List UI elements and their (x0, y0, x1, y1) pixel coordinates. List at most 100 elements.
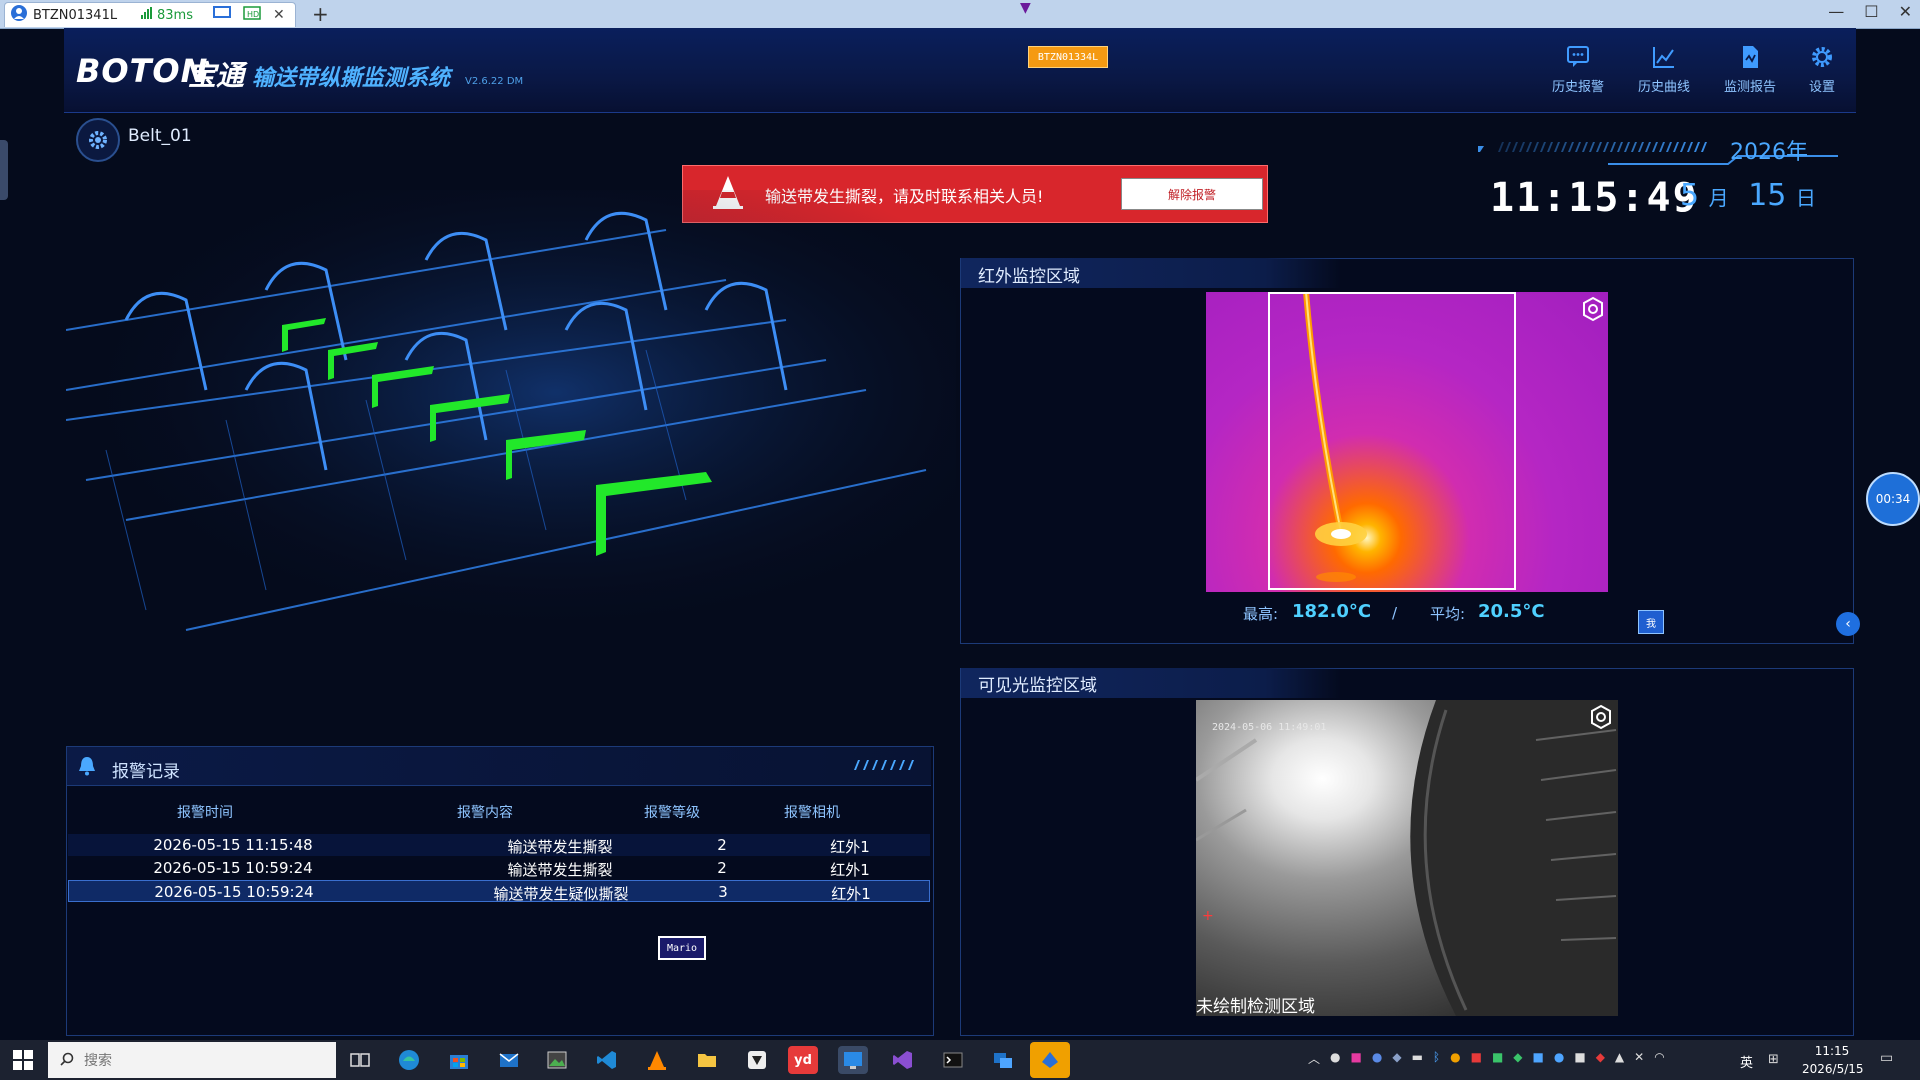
cell-camera: 红外1 (831, 885, 871, 903)
ir-max-label: 最高: (1243, 605, 1279, 623)
nav-history-curve-button[interactable]: 历史曲线 (1628, 44, 1700, 102)
capture-icon[interactable] (1588, 704, 1614, 730)
system-title: 输送带纵撕监测系统 (252, 66, 451, 91)
visible-camera-image: + (1196, 700, 1618, 1016)
vlc-icon[interactable] (642, 1046, 672, 1074)
vscode-icon[interactable] (592, 1046, 622, 1074)
latency-readout: 83ms (157, 7, 193, 23)
taskbar-clock[interactable]: 11:15 2026/5/15 (1802, 1042, 1864, 1078)
task-view-icon[interactable] (345, 1046, 375, 1074)
side-drawer-handle[interactable] (0, 140, 8, 200)
bluetooth-icon[interactable]: ᛒ (1433, 1050, 1440, 1067)
camera-badge: BTZN01334L (1028, 46, 1108, 68)
tray-app-icon[interactable]: ▬ (1412, 1050, 1423, 1067)
chevron-left-icon: ‹ (1845, 616, 1851, 632)
window-controls: — ☐ ✕ (1828, 2, 1912, 21)
ir-avg-value: 20.5°C (1478, 601, 1545, 622)
tray-chevron-up-icon[interactable]: ︿ (1308, 1050, 1320, 1067)
windows-start-icon[interactable] (12, 1049, 34, 1071)
terminal-icon[interactable] (938, 1046, 968, 1074)
cell-content: 输送带发生疑似撕裂 (493, 885, 629, 903)
taskbar-search[interactable] (48, 1042, 336, 1078)
svg-text:HD: HD (247, 10, 259, 19)
table-row-selected[interactable]: 2026-05-15 10:59:24 输送带发生疑似撕裂 3 红外1 (68, 880, 930, 903)
tray-app-icon[interactable]: ■ (1471, 1050, 1482, 1067)
visible-caption: 未绘制检测区域 (1196, 997, 1315, 1017)
nav-report-button[interactable]: 监测报告 (1714, 44, 1786, 102)
bell-icon (79, 757, 95, 776)
collapse-panel-button[interactable]: ‹ (1836, 612, 1860, 636)
table-row[interactable]: 2026-05-15 10:59:24 输送带发生撕裂 2 红外1 (68, 857, 930, 879)
search-input[interactable] (82, 1051, 286, 1069)
dismiss-alarm-button[interactable]: 解除报警 (1121, 178, 1263, 210)
remote-desktop-icon[interactable] (988, 1046, 1018, 1074)
youdao-icon[interactable]: yd (788, 1046, 818, 1074)
keyboard-layout-icon[interactable]: ⊞ (1768, 1052, 1779, 1067)
belt-settings-button[interactable] (76, 118, 120, 162)
alarm-record-title: 报警记录 (112, 762, 180, 782)
ir-detection-box[interactable] (1268, 292, 1516, 590)
active-app-icon[interactable] (1030, 1042, 1070, 1078)
clock-year: 2026年 (1730, 140, 1808, 165)
cell-camera: 红外1 (830, 838, 870, 856)
tray-app-icon[interactable]: ■ (1351, 1050, 1362, 1067)
logo-cn: 宝通 (188, 59, 245, 92)
tray-app-icon[interactable]: ◆ (1392, 1050, 1401, 1067)
tray-app-icon[interactable]: ■ (1492, 1050, 1503, 1067)
nav-label: 监测报告 (1723, 80, 1776, 95)
alarm-record-header (67, 747, 931, 786)
capture-icon[interactable] (1580, 296, 1606, 322)
tray-app-icon[interactable]: ■ (1574, 1050, 1585, 1067)
tray-app-icon[interactable]: ◆ (1596, 1050, 1605, 1067)
cell-time: 2026-05-15 11:15:48 (153, 836, 313, 854)
ir-small-button[interactable]: 我 (1638, 610, 1664, 634)
mail-icon[interactable] (494, 1046, 524, 1074)
signal-icon (141, 7, 153, 23)
edge-browser-icon[interactable] (394, 1046, 424, 1074)
clock-decoration (1478, 142, 1838, 165)
tray-app-icon[interactable]: ● (1450, 1050, 1460, 1067)
display-icon[interactable] (213, 6, 231, 24)
cell-level: 3 (718, 883, 728, 901)
close-tab-icon[interactable]: ✕ (273, 7, 285, 23)
table-row[interactable]: 2026-05-15 11:15:48 输送带发生撕裂 2 红外1 (68, 834, 930, 856)
microphone-icon[interactable]: ● (1330, 1050, 1340, 1067)
app-icon-dark[interactable] (742, 1046, 772, 1074)
new-tab-icon[interactable]: + (312, 2, 329, 26)
chat-alert-icon (1567, 46, 1589, 67)
store-icon[interactable] (444, 1046, 474, 1074)
gear-icon (89, 131, 107, 149)
ir-max-value: 182.0°C (1292, 601, 1372, 622)
network-icon[interactable]: ▲ (1615, 1050, 1624, 1067)
clock-day-unit: 日 (1795, 186, 1816, 210)
arrow-down-icon: ▼ (1020, 0, 1031, 16)
remote-session-tab[interactable]: BTZN01341L 83ms HD ✕ (4, 2, 296, 27)
svg-text:+: + (1202, 908, 1214, 924)
cell-time: 2026-05-15 10:59:24 (154, 883, 314, 901)
maximize-icon[interactable]: ☐ (1864, 2, 1878, 21)
cell-time: 2026-05-15 10:59:24 (153, 859, 313, 877)
mario-badge[interactable]: Mario (658, 936, 706, 960)
tray-app-icon[interactable]: ■ (1533, 1050, 1544, 1067)
tray-app-icon[interactable]: ● (1554, 1050, 1564, 1067)
nav-settings-button[interactable]: 设置 (1786, 44, 1858, 102)
clock-month: 5 (1680, 178, 1700, 213)
notification-icon[interactable]: ▭ (1880, 1050, 1893, 1066)
cell-level: 2 (717, 836, 727, 854)
column-header-time: 报警时间 (177, 805, 233, 821)
ime-indicator[interactable]: 英 (1740, 1052, 1753, 1071)
minimize-icon[interactable]: — (1828, 2, 1844, 21)
hd-icon[interactable]: HD (243, 6, 261, 24)
image-viewer-icon[interactable] (542, 1046, 572, 1074)
visual-studio-icon[interactable] (888, 1046, 918, 1074)
volume-muted-icon[interactable]: ✕ (1634, 1050, 1644, 1067)
session-timer[interactable]: 00:34 (1866, 472, 1920, 526)
nav-history-alarm-button[interactable]: 历史报警 (1542, 44, 1614, 102)
close-window-icon[interactable]: ✕ (1899, 2, 1912, 21)
wifi-icon[interactable]: ◠ (1654, 1050, 1664, 1067)
tray-app-icon[interactable]: ◆ (1513, 1050, 1522, 1067)
tray-app-icon[interactable]: ● (1372, 1050, 1382, 1067)
remote-app-icon[interactable] (838, 1046, 868, 1074)
cell-content: 输送带发生撕裂 (507, 838, 613, 856)
file-explorer-icon[interactable] (692, 1046, 722, 1074)
